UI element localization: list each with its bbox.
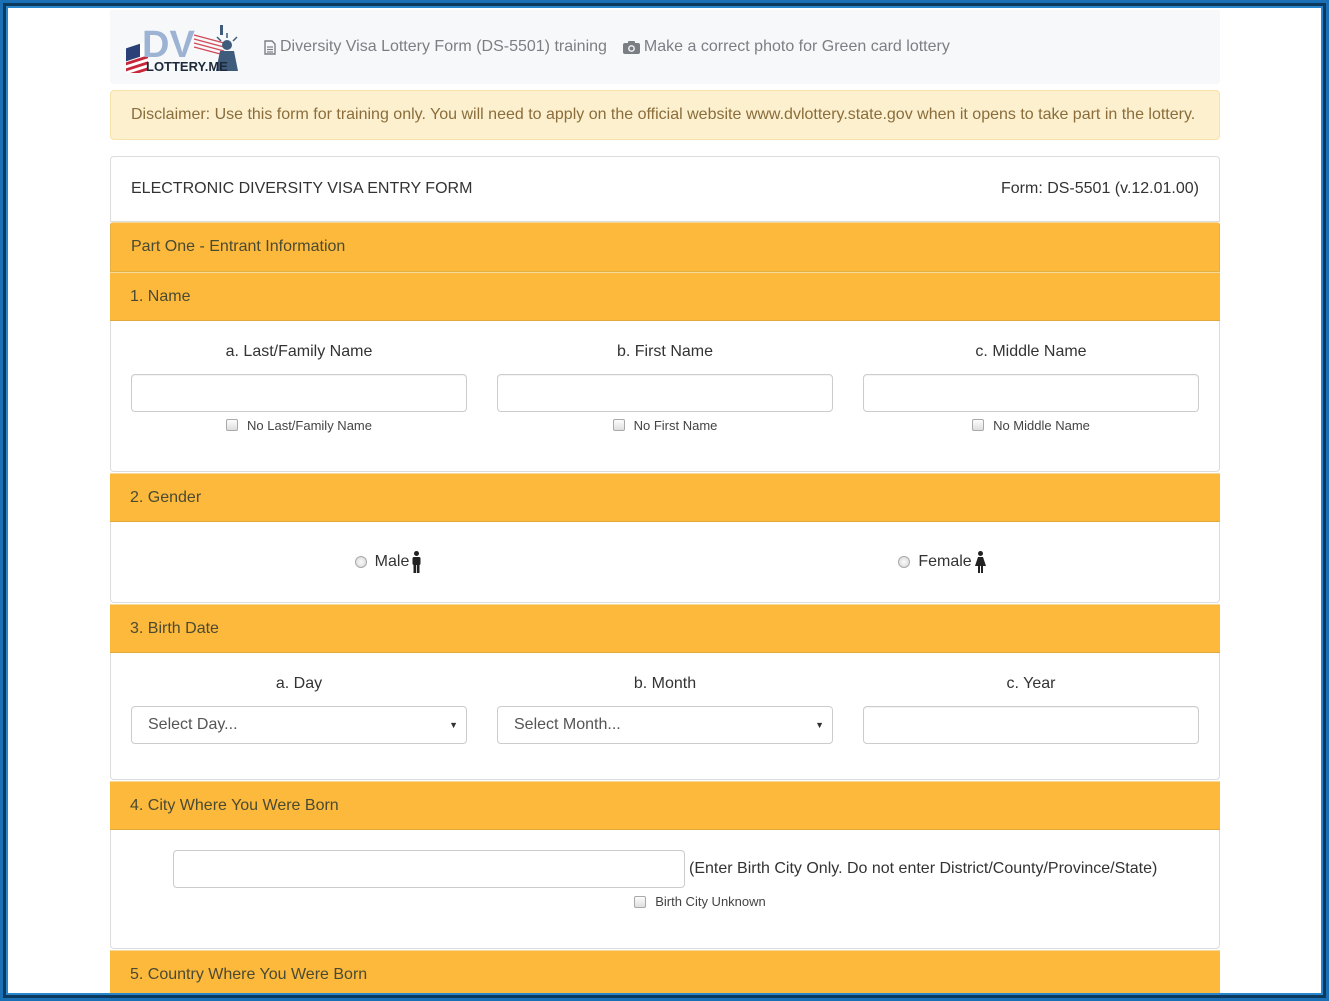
form-title: ELECTRONIC DIVERSITY VISA ENTRY FORM bbox=[131, 180, 473, 197]
checkbox-box[interactable] bbox=[612, 419, 625, 431]
middle-name-label: c. Middle Name bbox=[975, 343, 1087, 360]
female-label: Female bbox=[918, 553, 972, 570]
birth-city-hint: (Enter Birth City Only. Do not enter Dis… bbox=[689, 860, 1158, 877]
middle-name-input[interactable] bbox=[863, 374, 1199, 412]
part-one-title: Part One - Entrant Information bbox=[131, 238, 346, 255]
last-name-input[interactable] bbox=[131, 374, 467, 412]
month-group: b. Month Select Month... ▼ bbox=[497, 653, 833, 744]
last-name-group: a. Last/Family Name No Last/Family Name bbox=[131, 321, 467, 433]
section-title: 1. Name bbox=[130, 287, 191, 305]
male-radio[interactable] bbox=[354, 556, 367, 568]
section-birth-city: 4. City Where You Were Born (Enter Birth… bbox=[110, 781, 1220, 949]
section-birth-city-header: 4. City Where You Were Born bbox=[110, 781, 1220, 830]
section-title: 5. Country Where You Were Born bbox=[130, 965, 368, 983]
no-middle-name-checkbox[interactable]: No Middle Name bbox=[972, 417, 1090, 433]
last-name-label: a. Last/Family Name bbox=[225, 343, 373, 360]
middle-name-group: c. Middle Name No Middle Name bbox=[863, 321, 1199, 433]
year-input[interactable] bbox=[863, 706, 1199, 744]
year-group: c. Year bbox=[863, 653, 1199, 744]
disclaimer-text: Disclaimer: Use this form for training o… bbox=[131, 106, 1196, 123]
gender-option-male[interactable]: Male bbox=[111, 551, 665, 573]
day-label: a. Day bbox=[275, 675, 323, 692]
month-label: b. Month bbox=[633, 675, 697, 692]
male-icon bbox=[412, 551, 421, 573]
caret-down-icon: ▼ bbox=[815, 720, 824, 730]
svg-text:LOTTERY.ME: LOTTERY.ME bbox=[146, 59, 228, 73]
nav-link-label: Diversity Visa Lottery Form (DS-5501) tr… bbox=[280, 38, 607, 55]
checkbox-box[interactable] bbox=[972, 419, 985, 431]
section-birth-date-header: 3. Birth Date bbox=[110, 604, 1220, 653]
month-select[interactable]: Select Month... ▼ bbox=[497, 706, 833, 744]
male-label: Male bbox=[374, 553, 410, 570]
checkbox-box[interactable] bbox=[226, 419, 238, 431]
section-birth-country: 5. Country Where You Were Born bbox=[110, 950, 1220, 993]
section-name-header: 1. Name bbox=[110, 272, 1220, 321]
section-birth-country-header: 5. Country Where You Were Born bbox=[110, 950, 1220, 993]
day-group: a. Day Select Day... ▼ bbox=[131, 653, 467, 744]
first-name-group: b. First Name No First Name bbox=[497, 321, 833, 433]
navbar: DV LOTTERY.ME Diversity Visa Lottery For… bbox=[110, 10, 1220, 84]
logo-graphic: DV LOTTERY.ME bbox=[126, 24, 238, 79]
checkbox-label: No First Name bbox=[633, 417, 718, 433]
camera-icon bbox=[622, 40, 640, 54]
page-container: DV LOTTERY.ME Diversity Visa Lottery For… bbox=[110, 10, 1220, 993]
female-radio[interactable] bbox=[898, 556, 911, 568]
site-logo[interactable]: DV LOTTERY.ME bbox=[124, 21, 242, 79]
section-gender-header: 2. Gender bbox=[110, 473, 1220, 522]
caret-down-icon: ▼ bbox=[449, 720, 458, 730]
nav-link-form-training[interactable]: Diversity Visa Lottery Form (DS-5501) tr… bbox=[264, 38, 607, 56]
section-birth-city-body: (Enter Birth City Only. Do not enter Dis… bbox=[110, 830, 1220, 949]
no-last-name-checkbox[interactable]: No Last/Family Name bbox=[226, 417, 372, 433]
checkbox-label: No Middle Name bbox=[993, 417, 1090, 433]
section-birth-date-body: a. Day Select Day... ▼ b. Month Select M… bbox=[110, 653, 1220, 780]
section-title: 2. Gender bbox=[130, 488, 202, 506]
checkbox-label: Birth City Unknown bbox=[655, 894, 766, 909]
section-title: 3. Birth Date bbox=[130, 619, 219, 637]
page-viewport: DV LOTTERY.ME Diversity Visa Lottery For… bbox=[6, 6, 1323, 995]
gender-option-female[interactable]: Female bbox=[665, 551, 1219, 573]
checkbox-label: No Last/Family Name bbox=[247, 417, 372, 433]
section-gender-body: Male Female bbox=[110, 522, 1220, 603]
month-select-value: Select Month... bbox=[514, 716, 621, 733]
disclaimer-alert: Disclaimer: Use this form for training o… bbox=[110, 90, 1220, 140]
first-name-input[interactable] bbox=[497, 374, 833, 412]
nav-link-label: Make a correct photo for Green card lott… bbox=[643, 38, 950, 55]
no-first-name-checkbox[interactable]: No First Name bbox=[612, 417, 718, 433]
section-name: 1. Name a. Last/Family Name No Last/Fami… bbox=[110, 272, 1220, 472]
form-header: ELECTRONIC DIVERSITY VISA ENTRY FORM For… bbox=[110, 156, 1220, 222]
section-name-body: a. Last/Family Name No Last/Family Name … bbox=[110, 321, 1220, 472]
female-icon bbox=[974, 551, 986, 573]
checkbox-box[interactable] bbox=[634, 895, 647, 908]
day-select-value: Select Day... bbox=[148, 716, 238, 733]
birth-city-input[interactable] bbox=[173, 850, 685, 888]
year-label: c. Year bbox=[1006, 675, 1056, 692]
form-id: Form: DS-5501 (v.12.01.00) bbox=[1000, 180, 1199, 197]
birth-city-unknown-checkbox[interactable]: Birth City Unknown bbox=[111, 894, 1219, 909]
section-birth-date: 3. Birth Date a. Day Select Day... ▼ b. … bbox=[110, 604, 1220, 780]
nav-link-photo[interactable]: Make a correct photo for Green card lott… bbox=[622, 38, 950, 56]
first-name-label: b. First Name bbox=[616, 343, 713, 360]
document-icon bbox=[264, 39, 276, 55]
section-gender: 2. Gender Male Female bbox=[110, 473, 1220, 603]
section-title: 4. City Where You Were Born bbox=[130, 796, 339, 814]
part-one-header: Part One - Entrant Information bbox=[110, 222, 1220, 272]
window-frame: DV LOTTERY.ME Diversity Visa Lottery For… bbox=[3, 3, 1326, 998]
day-select[interactable]: Select Day... ▼ bbox=[131, 706, 467, 744]
